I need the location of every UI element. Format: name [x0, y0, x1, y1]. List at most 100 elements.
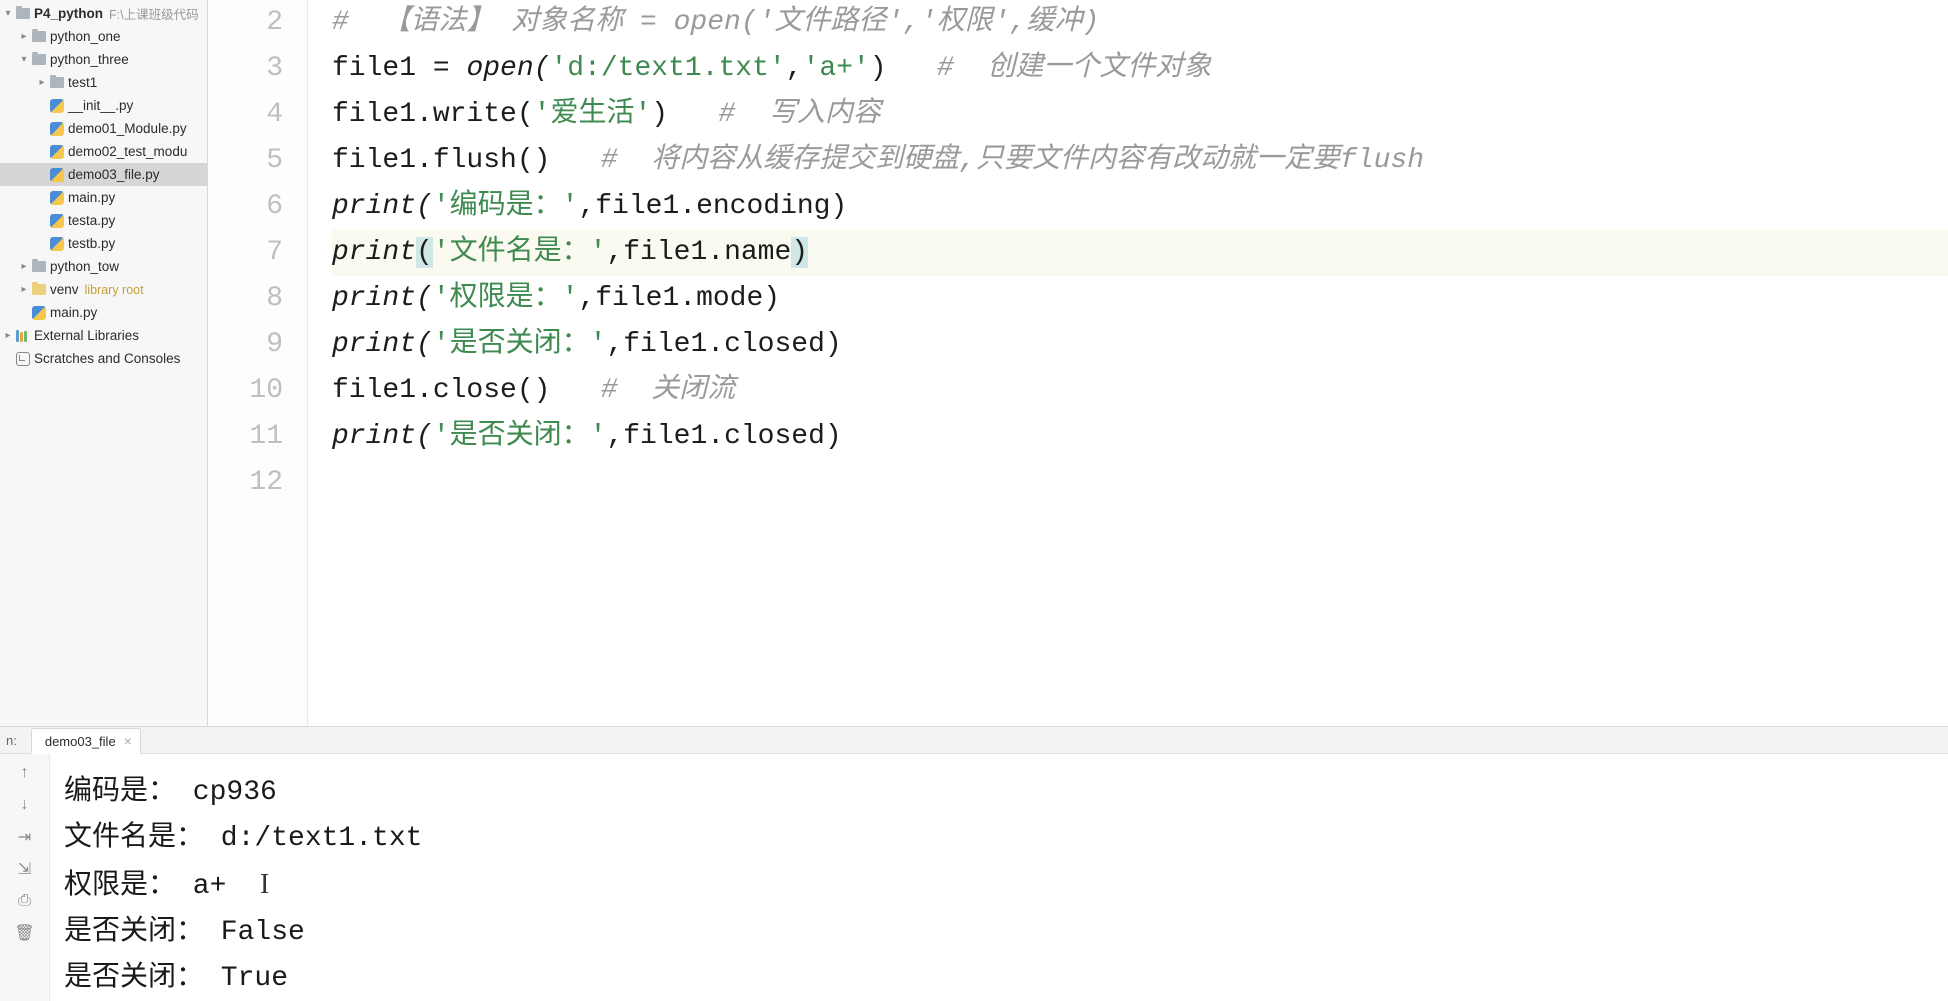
python-file-icon — [32, 306, 46, 320]
chevron-right-icon[interactable]: ▸ — [36, 77, 48, 88]
tree-item-label: main.py — [50, 305, 97, 320]
line-number: 2 — [208, 0, 283, 46]
console-toolbar: ↑ ↓ ⇥ ⇲ ⎙ 🗑 — [0, 754, 50, 1001]
code-line[interactable]: file1.write('爱生活') # 写入内容 — [332, 92, 1948, 138]
project-tree[interactable]: ▾ P4_python F:\上课班级代码 ▸python_one▾python… — [0, 0, 208, 726]
run-tab[interactable]: demo03_file × — [31, 728, 141, 754]
run-tab-bar: n: demo03_file × — [0, 727, 1948, 754]
tree-item[interactable]: ▸ test1 — [0, 71, 207, 94]
project-root[interactable]: ▾ P4_python F:\上课班级代码 — [0, 2, 207, 25]
tree-item-label: main.py — [68, 190, 115, 205]
folder-icon — [50, 77, 64, 88]
tree-item[interactable]: ▸main.py — [0, 301, 207, 324]
tree-item[interactable]: ▸__init__.py — [0, 94, 207, 117]
tree-item-label: Scratches and Consoles — [34, 351, 180, 366]
tree-item[interactable]: ▸testb.py — [0, 232, 207, 255]
console-line: 是否关闭： False — [64, 910, 1948, 956]
text-cursor-icon: I — [260, 869, 269, 900]
console-line: 编码是： cp936 — [64, 770, 1948, 816]
python-file-icon — [50, 122, 64, 136]
folder-icon — [32, 284, 46, 295]
folder-icon — [32, 261, 46, 272]
line-number: 8 — [208, 276, 283, 322]
code-line[interactable]: print('是否关闭：',file1.closed) — [332, 414, 1948, 460]
line-number: 7 — [208, 230, 283, 276]
tree-item[interactable]: ▸ venv library root — [0, 278, 207, 301]
tree-item-label: testb.py — [68, 236, 115, 251]
tree-item[interactable]: ▸demo02_test_modu — [0, 140, 207, 163]
tree-item-label: External Libraries — [34, 328, 139, 343]
scroll-up-icon[interactable]: ↑ — [14, 762, 36, 784]
tree-item[interactable]: ▸ python_tow — [0, 255, 207, 278]
chevron-right-icon[interactable]: ▸ — [18, 31, 30, 42]
run-panel-label: n: — [6, 733, 17, 748]
code-line[interactable] — [332, 460, 1948, 506]
python-file-icon — [50, 168, 64, 182]
run-panel: n: demo03_file × ↑ ↓ ⇥ ⇲ ⎙ 🗑 编码是： cp936文… — [0, 726, 1948, 994]
tree-item[interactable]: ▸demo01_Module.py — [0, 117, 207, 140]
scroll-to-end-icon[interactable]: ⇲ — [14, 858, 36, 880]
console-line: 文件名是： d:/text1.txt — [64, 816, 1948, 862]
python-file-icon — [50, 237, 64, 251]
project-root-label: P4_python — [34, 6, 103, 21]
console-line: 是否关闭： True — [64, 956, 1948, 1001]
tree-item-label: __init__.py — [68, 98, 133, 113]
line-number: 10 — [208, 368, 283, 414]
code-line[interactable]: print('权限是：',file1.mode) — [332, 276, 1948, 322]
line-number: 11 — [208, 414, 283, 460]
library-icon — [16, 330, 30, 342]
tree-item[interactable]: ▸testa.py — [0, 209, 207, 232]
chevron-right-icon[interactable]: ▸ — [18, 284, 30, 295]
code-line[interactable]: print('编码是：',file1.encoding) — [332, 184, 1948, 230]
chevron-right-icon[interactable]: ▸ — [18, 261, 30, 272]
trash-icon[interactable]: 🗑 — [14, 922, 36, 944]
tree-item-label: demo03_file.py — [68, 167, 160, 182]
python-file-icon — [50, 191, 64, 205]
print-icon[interactable]: ⎙ — [14, 890, 36, 912]
python-file-icon — [50, 214, 64, 228]
code-line[interactable]: print('是否关闭：',file1.closed) — [332, 322, 1948, 368]
tree-item-label: python_tow — [50, 259, 119, 274]
python-file-icon — [50, 99, 64, 113]
python-file-icon — [50, 145, 64, 159]
line-number: 5 — [208, 138, 283, 184]
tree-item-label: demo01_Module.py — [68, 121, 187, 136]
tree-item-label: test1 — [68, 75, 97, 90]
line-number: 9 — [208, 322, 283, 368]
tree-item[interactable]: ▾python_three — [0, 48, 207, 71]
console-output[interactable]: 编码是： cp936文件名是： d:/text1.txt权限是： a+ I是否关… — [50, 754, 1948, 1001]
code-line[interactable]: file1.flush() # 将内容从缓存提交到硬盘,只要文件内容有改动就一定… — [332, 138, 1948, 184]
chevron-down-icon: ▾ — [2, 8, 14, 19]
tree-item[interactable]: ▸main.py — [0, 186, 207, 209]
tree-item[interactable]: ▸Scratches and Consoles — [0, 347, 207, 370]
tree-item[interactable]: ▸ python_one — [0, 25, 207, 48]
tree-item-hint: library root — [85, 283, 144, 297]
editor-gutter: 23456789101112 — [208, 0, 308, 726]
scroll-down-icon[interactable]: ↓ — [14, 794, 36, 816]
close-icon[interactable]: × — [124, 733, 132, 749]
soft-wrap-icon[interactable]: ⇥ — [14, 826, 36, 848]
line-number: 4 — [208, 92, 283, 138]
code-editor[interactable]: 23456789101112 # 【语法】 对象名称 = open('文件路径'… — [208, 0, 1948, 726]
tree-item[interactable]: ▸demo03_file.py — [0, 163, 207, 186]
editor-code-area[interactable]: # 【语法】 对象名称 = open('文件路径','权限',缓冲)file1 … — [308, 0, 1948, 726]
console-line: 权限是： a+ I — [64, 862, 1948, 910]
run-tab-label: demo03_file — [45, 734, 116, 749]
code-line[interactable]: file1 = open('d:/text1.txt','a+') # 创建一个… — [332, 46, 1948, 92]
project-root-path: F:\上课班级代码 — [109, 4, 199, 23]
tree-item-label: venv — [50, 282, 79, 297]
code-line[interactable]: file1.close() # 关闭流 — [332, 368, 1948, 414]
tree-item-label: demo02_test_modu — [68, 144, 187, 159]
folder-icon — [32, 31, 46, 42]
tree-item-label: python_one — [50, 29, 121, 44]
chevron-right-icon[interactable]: ▸ — [2, 330, 14, 341]
scratches-icon — [16, 352, 30, 366]
chevron-down-icon[interactable]: ▾ — [18, 54, 30, 65]
code-line[interactable]: print('文件名是：',file1.name) — [332, 230, 1948, 276]
line-number: 3 — [208, 46, 283, 92]
folder-icon — [32, 54, 46, 65]
folder-icon — [16, 8, 30, 19]
tree-item[interactable]: ▸ External Libraries — [0, 324, 207, 347]
tree-item-label: testa.py — [68, 213, 115, 228]
code-line[interactable]: # 【语法】 对象名称 = open('文件路径','权限',缓冲) — [332, 0, 1948, 46]
